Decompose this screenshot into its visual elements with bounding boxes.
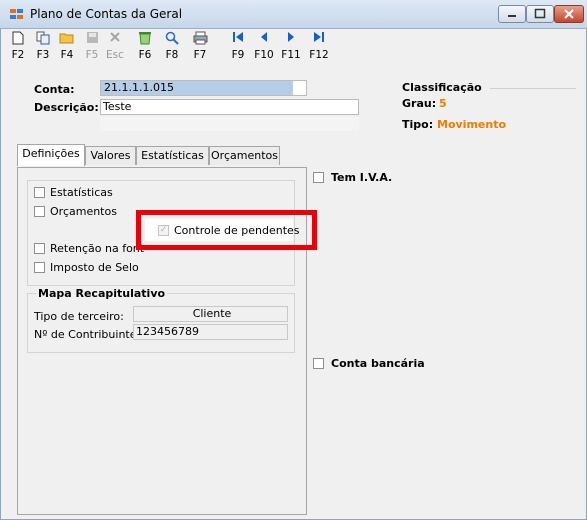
tem-iva-label: Tem I.V.A. (331, 171, 393, 184)
app-icon (10, 9, 23, 19)
toolbar-next-button[interactable]: F11 (278, 31, 304, 65)
toolbar-key-label: F8 (165, 49, 179, 61)
toolbar-key-label: F3 (36, 49, 50, 61)
grau-label: Grau: (402, 97, 437, 110)
recycle-icon (132, 31, 158, 49)
last-record-icon (306, 31, 332, 49)
new-document-icon (5, 31, 31, 49)
tipo-terceiro-label: Tipo de terceiro: (34, 310, 124, 323)
estatisticas-checkbox[interactable] (34, 187, 45, 198)
print-icon (187, 31, 213, 49)
tab-estatisticas[interactable]: Estatísticas (136, 146, 209, 165)
toolbar-copy-button[interactable]: F3 (30, 31, 56, 65)
minimize-icon (508, 15, 516, 17)
close-button[interactable] (554, 5, 584, 23)
retencao-checkbox[interactable] (34, 243, 45, 254)
toolbar-key-label: F4 (60, 49, 74, 61)
tab-orcamentos[interactable]: Orçamentos (209, 146, 280, 165)
tipo-terceiro-field[interactable]: Cliente (133, 306, 288, 322)
toolbar-new-button[interactable]: F2 (5, 31, 31, 65)
imposto-selo-label: Imposto de Selo (50, 261, 139, 274)
orcamentos-label: Orçamentos (50, 205, 117, 218)
conta-value: 21.1.1.1.015 (104, 81, 174, 94)
highlight-box (136, 210, 317, 250)
maximize-button[interactable] (526, 5, 554, 23)
descricao-extra-field[interactable] (100, 117, 359, 131)
tem-iva-checkbox[interactable] (313, 172, 324, 183)
imposto-selo-checkbox[interactable] (34, 262, 45, 273)
first-record-icon (225, 31, 251, 49)
retencao-label: Retenção na font (50, 242, 145, 255)
contribuinte-field[interactable]: 123456789 (133, 324, 288, 340)
toolbar-key-label: F6 (138, 49, 152, 61)
toolbar-key-label: F2 (11, 49, 25, 61)
next-record-icon (278, 31, 304, 49)
classificacao-heading: Classificação (402, 81, 482, 94)
title-bar: Plano de Contas da Geral (0, 0, 587, 29)
conta-label: Conta: (34, 83, 75, 96)
copy-icon (30, 31, 56, 49)
tipo-label: Tipo: (402, 118, 434, 131)
conta-bancaria-label: Conta bancária (331, 357, 425, 370)
toolbar-first-button[interactable]: F9 (225, 31, 251, 65)
grau-value: 5 (439, 97, 447, 110)
classificacao-divider (490, 88, 576, 89)
toolbar-key-label: F10 (254, 49, 274, 61)
toolbar-last-button[interactable]: F12 (306, 31, 332, 65)
toolbar-key-label: F9 (231, 49, 245, 61)
toolbar-search-button[interactable]: F8 (159, 31, 185, 65)
toolbar-key-label: F11 (281, 49, 301, 61)
close-icon (564, 9, 574, 19)
cancel-icon (102, 31, 128, 49)
mapa-heading: Mapa Recapitulativo (36, 287, 168, 300)
toolbar-previous-button[interactable]: F10 (251, 31, 277, 65)
estatisticas-label: Estatísticas (50, 186, 113, 199)
toolbar-key-label: F12 (309, 49, 329, 61)
minimize-button[interactable] (498, 5, 526, 23)
tab-strip: Definições Valores Estatísticas Orçament… (17, 144, 307, 168)
toolbar-print-button[interactable]: F7 (187, 31, 213, 65)
open-folder-icon (54, 31, 80, 49)
toolbar-open-button[interactable]: F4 (54, 31, 80, 65)
descricao-label: Descrição: (34, 101, 99, 114)
mapa-group (27, 293, 295, 353)
orcamentos-checkbox[interactable] (34, 206, 45, 217)
previous-record-icon (251, 31, 277, 49)
toolbar: F2 F3 F4 F5 Esc F6 F8 F7 F9 F10 F11 F12 (1, 29, 585, 67)
conta-bancaria-checkbox[interactable] (313, 358, 324, 369)
toolbar-key-label: Esc (106, 49, 124, 61)
toolbar-cancel-button[interactable]: Esc (102, 31, 128, 65)
toolbar-recycle-button[interactable]: F6 (132, 31, 158, 65)
contribuinte-label: Nº de Contribuinte: (34, 328, 141, 341)
tab-valores[interactable]: Valores (85, 146, 136, 165)
descricao-field[interactable]: Teste (100, 99, 359, 115)
window-title: Plano de Contas da Geral (30, 7, 183, 21)
search-icon (159, 31, 185, 49)
tipo-value: Movimento (437, 118, 507, 131)
tab-definicoes[interactable]: Definições (17, 144, 85, 166)
maximize-icon (534, 8, 546, 19)
toolbar-key-label: F7 (193, 49, 207, 61)
